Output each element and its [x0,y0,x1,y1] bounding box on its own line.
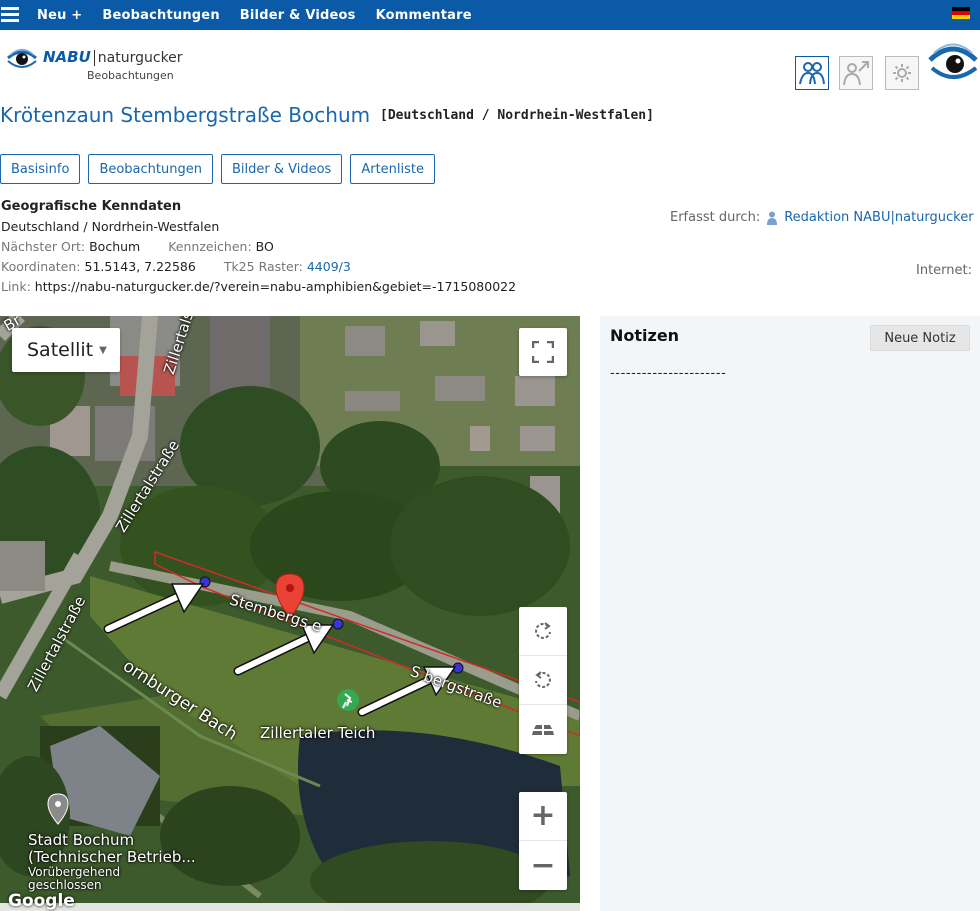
new-note-button[interactable]: Neue Notiz [870,325,970,351]
users-icon-button[interactable] [795,56,829,90]
plate-label: Kennzeichen: [168,239,252,254]
internet-label: Internet: [916,263,972,278]
recorded-by-link[interactable]: Redaktion NABU|naturgucker [784,210,973,225]
google-logo: Google [8,891,75,911]
nav-item-bilder-videos[interactable]: Bilder & Videos [240,8,356,23]
map-footer-bar [0,903,580,911]
nearest-place-label: Nächster Ort: [1,239,86,254]
tab-artenliste[interactable]: Artenliste [350,154,435,184]
coordinates-label: Koordinaten: [1,259,81,274]
map-label-stadt-line2: (Technischer Betrieb... [28,848,196,866]
satellite-map[interactable]: Br Zillertalstraße Zillertalstraße Zille… [0,316,580,911]
nav-item-neu[interactable]: Neu + [37,8,82,23]
nav-item-kommentare[interactable]: Kommentare [376,8,472,23]
tab-bilder-videos[interactable]: Bilder & Videos [220,154,343,184]
logo-naturgucker-text: naturgucker [97,50,183,66]
map-type-label: Satellit [27,339,94,361]
settings-icon-button[interactable] [885,56,919,90]
person-icon [767,211,778,225]
eye-logo-icon [7,48,37,68]
coordinates-value: 51.5143, 7.22586 [84,259,196,274]
fullscreen-button[interactable] [519,328,567,376]
plus-icon: + [530,798,556,833]
tilt-icon [532,724,554,735]
map-label-zillertaler-teich: Zillertaler Teich [260,724,376,742]
logo-subtitle: Beobachtungen [87,69,174,82]
german-flag-icon[interactable] [952,7,970,19]
geo-heading: Geografische Kenndaten [1,199,182,214]
tab-beobachtungen[interactable]: Beobachtungen [88,154,213,184]
gear-icon [893,64,911,82]
rotate-right-icon [535,622,551,639]
map-label-stadt-bochum: Stadt Bochum (Technischer Betrieb... Vor… [28,832,196,892]
geo-country-region: Deutschland / Nordrhein-Westfalen [1,219,220,234]
top-navigation: Neu + Beobachtungen Bilder & Videos Komm… [0,0,980,30]
plate-value: BO [255,239,274,254]
notes-title: Notizen [610,326,680,345]
page-title: Krötenzaun Stembergstraße Bochum [0,103,371,127]
region-label: [Deutschland / Nordrhein-Westfalen] [380,108,654,123]
zoom-in-button[interactable]: + [519,792,567,841]
recorded-by-label: Erfasst durch: [670,210,761,225]
zoom-out-button[interactable]: − [519,841,567,890]
map-view-controls [519,607,567,754]
users-icon [799,62,825,85]
nav-item-beobachtungen[interactable]: Beobachtungen [102,8,219,23]
user-share-icon-button[interactable] [839,56,873,90]
tab-bar: Basisinfo Beobachtungen Bilder & Videos … [0,154,443,184]
chevron-down-icon: ▼ [99,344,107,356]
notes-panel: Notizen Neue Notiz ---------------------… [600,316,980,911]
link-label: Link: [1,279,31,294]
nearest-place-value: Bochum [89,239,141,254]
rotate-left-icon [535,671,551,688]
fullscreen-icon [532,341,554,363]
tk25-link[interactable]: 4409/3 [307,259,351,274]
rotate-clockwise-button[interactable] [519,607,567,656]
zoom-controls: + − [519,792,567,890]
rotate-counterclockwise-button[interactable] [519,656,567,705]
geo-info-panel: Geografische Kenndaten Deutschland / Nor… [1,197,516,297]
tab-basisinfo[interactable]: Basisinfo [0,154,81,184]
tk25-label: Tk25 Raster: [223,259,303,274]
map-label-stadt-line1: Stadt Bochum [28,831,135,849]
recorded-by: Erfasst durch: Redaktion NABU|naturgucke… [670,210,974,225]
map-type-select[interactable]: Satellit ▼ [12,328,120,372]
tilt-button[interactable] [519,705,567,754]
user-arrow-icon [843,61,869,86]
notes-separator: ---------------------- [610,366,727,381]
naturgucker-eye-icon [928,43,978,79]
minus-icon: − [530,847,556,883]
logo-nabu-text: NABU [43,48,91,66]
hamburger-icon[interactable] [1,7,19,23]
nabu-naturgucker-logo[interactable]: NABU naturgucker Beobachtungen [6,42,186,86]
page-link-value[interactable]: https://nabu-naturgucker.de/?verein=nabu… [35,279,516,294]
